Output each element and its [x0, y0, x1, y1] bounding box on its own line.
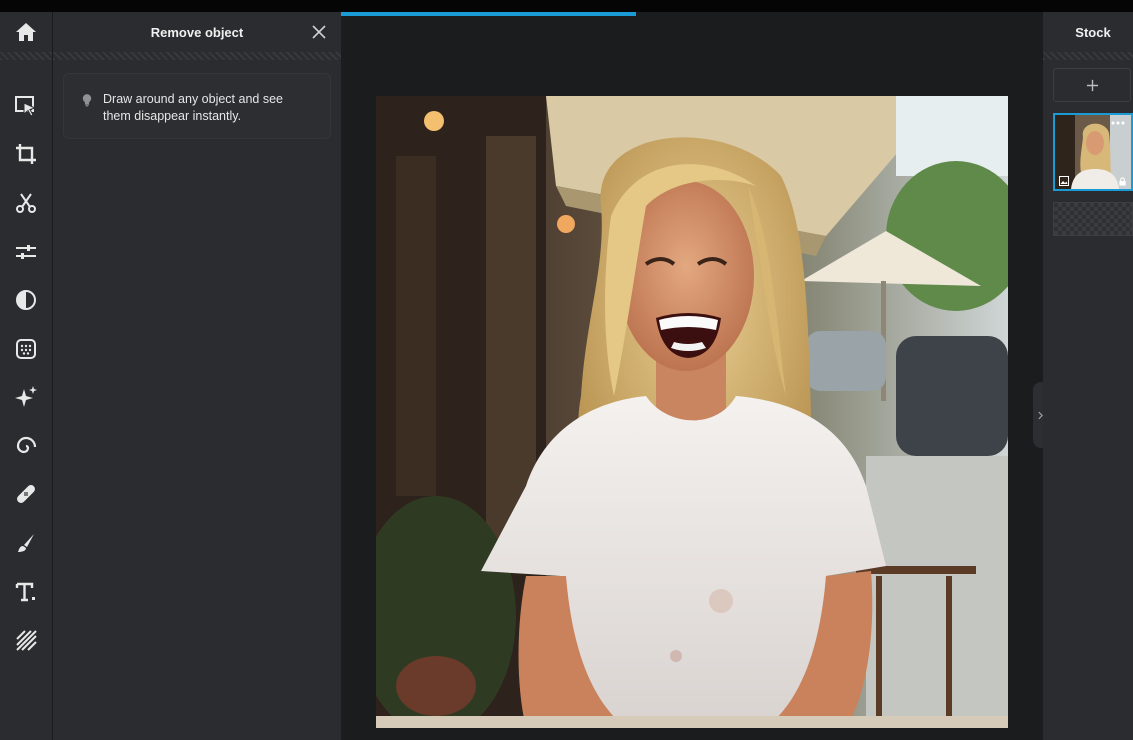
swirl-tool[interactable]	[0, 426, 52, 466]
image-thumbnail[interactable]	[1053, 113, 1133, 191]
home-button[interactable]	[0, 12, 52, 52]
divider	[53, 52, 341, 60]
lock-icon	[1119, 177, 1126, 186]
stock-panel: Stock	[1043, 12, 1133, 740]
panel-title: Remove object	[150, 24, 244, 40]
text-tool[interactable]	[0, 572, 52, 612]
text-icon	[15, 582, 35, 602]
sparkle-icon	[15, 386, 37, 407]
photo-laughing-woman-cafe[interactable]	[376, 96, 1008, 728]
tip-box: Draw around any object and see them disa…	[63, 73, 331, 139]
tool-rail	[0, 12, 53, 740]
cut-tool[interactable]	[0, 183, 52, 223]
add-image-button[interactable]	[1053, 68, 1131, 102]
chevron-right-icon	[1037, 411, 1043, 419]
heal-tool[interactable]	[0, 474, 52, 514]
spiral-icon	[16, 436, 37, 454]
top-bar	[0, 0, 1133, 12]
crop-tool[interactable]	[0, 134, 52, 174]
tip-text: Draw around any object and see them disa…	[103, 92, 283, 123]
divider	[1043, 52, 1133, 60]
empty-thumbnail-slot[interactable]	[1053, 202, 1133, 236]
select-tool[interactable]	[0, 86, 52, 126]
half-circle-icon	[16, 290, 36, 310]
close-panel-button[interactable]	[309, 22, 329, 42]
brush-tool[interactable]	[0, 523, 52, 563]
divider	[0, 52, 52, 60]
close-icon	[312, 25, 326, 39]
tool-options-panel: Remove object Draw around any object and…	[53, 12, 341, 740]
crop-icon	[16, 144, 36, 164]
canvas-area[interactable]	[341, 12, 1047, 740]
loading-progress-fill	[341, 12, 636, 16]
filter-tool[interactable]	[0, 280, 52, 320]
home-icon	[16, 23, 36, 41]
dots-grid-icon	[16, 339, 36, 359]
scissors-icon	[16, 193, 36, 213]
texture-tool[interactable]	[0, 329, 52, 369]
bandage-icon	[17, 485, 35, 503]
stock-panel-title: Stock	[1075, 24, 1111, 40]
sliders-icon	[16, 245, 36, 259]
loading-progress	[341, 12, 1043, 16]
photo-image	[376, 96, 1008, 728]
image-type-icon	[1059, 176, 1069, 186]
plus-icon	[1086, 79, 1098, 91]
ai-tool[interactable]	[0, 377, 52, 417]
adjust-tool[interactable]	[0, 232, 52, 272]
select-arrow-icon	[15, 96, 37, 117]
lightbulb-icon	[82, 94, 92, 107]
brush-icon	[18, 534, 34, 552]
diagonal-lines-icon	[16, 630, 37, 651]
pattern-tool[interactable]	[0, 620, 52, 660]
